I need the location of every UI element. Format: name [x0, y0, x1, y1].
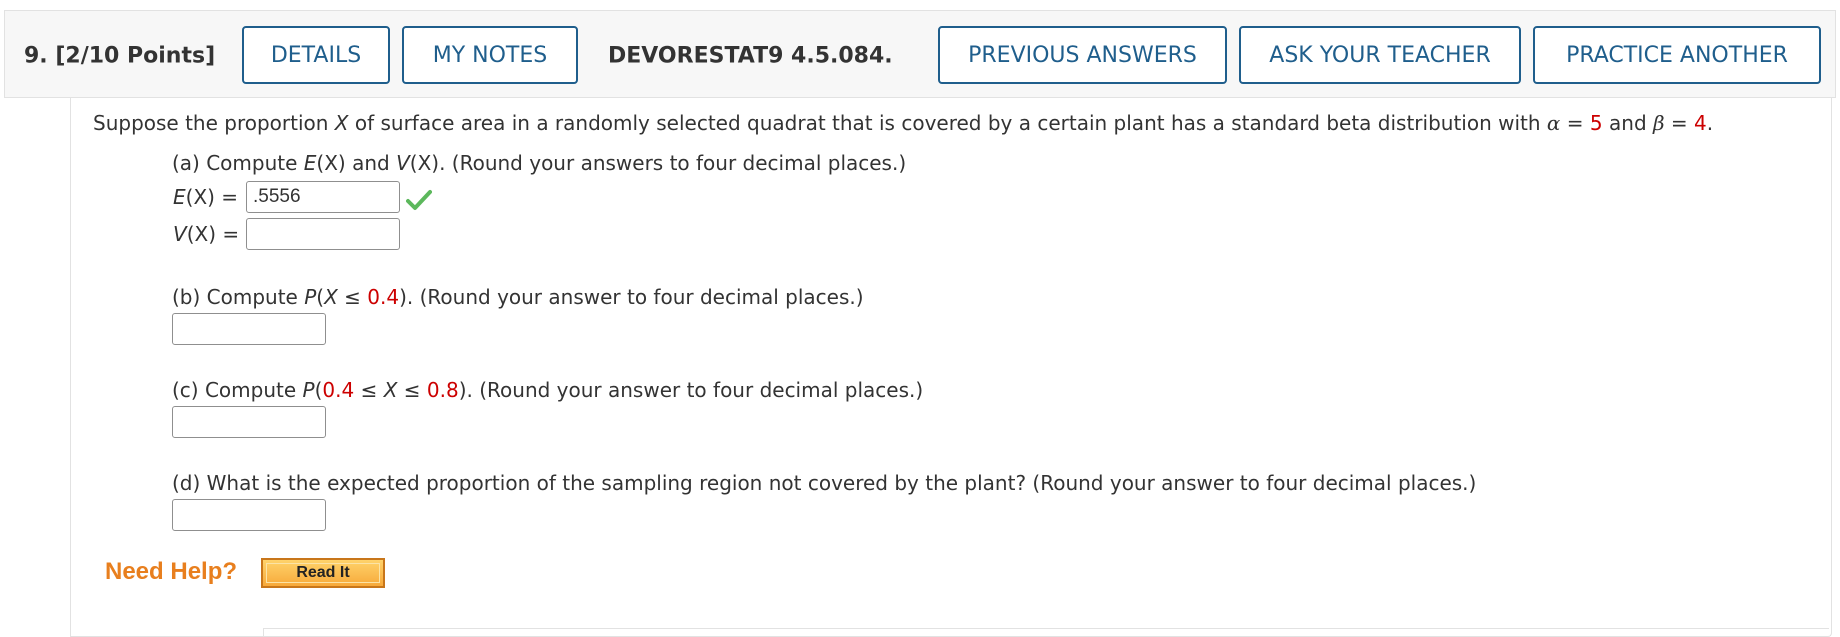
- part-d-prompt: (d) What is the expected proportion of t…: [172, 471, 1477, 495]
- read-it-button[interactable]: Read It: [261, 558, 385, 588]
- part-d-answer-input[interactable]: [172, 499, 326, 531]
- part-b-answer-input[interactable]: [172, 313, 326, 345]
- ex-label: E(X) =: [173, 185, 239, 209]
- question-intro: Suppose the proportion X of surface area…: [93, 111, 1714, 135]
- details-button[interactable]: DETAILS: [242, 26, 390, 84]
- alpha-symbol: α: [1546, 111, 1561, 135]
- vx-answer-input[interactable]: [246, 218, 400, 250]
- beta-symbol: β: [1653, 111, 1665, 135]
- question-points: [2/10 Points]: [55, 43, 216, 69]
- part-c-prompt: (c) Compute P(0.4 ≤ X ≤ 0.8). (Round you…: [172, 378, 924, 402]
- beta-value: 4: [1694, 111, 1707, 135]
- question-number: 9.: [24, 43, 48, 69]
- read-it-label: Read It: [296, 564, 350, 581]
- correct-check-icon: [406, 190, 432, 210]
- ask-your-teacher-button[interactable]: ASK YOUR TEACHER: [1239, 26, 1521, 84]
- previous-answers-button[interactable]: PREVIOUS ANSWERS: [938, 26, 1227, 84]
- need-help-label: Need Help?: [105, 558, 238, 585]
- question-reference: DEVORESTAT9 4.5.084.: [608, 43, 893, 69]
- next-section-edge: [263, 628, 1829, 637]
- alpha-value: 5: [1589, 111, 1603, 135]
- practice-another-button[interactable]: PRACTICE ANOTHER: [1533, 26, 1821, 84]
- my-notes-button[interactable]: MY NOTES: [402, 26, 578, 84]
- part-a-prompt: (a) Compute E(X) and V(X). (Round your a…: [172, 151, 907, 175]
- part-c-answer-input[interactable]: [172, 406, 326, 438]
- question-number-points: 9. [2/10 Points]: [24, 44, 215, 69]
- ex-answer-input[interactable]: [246, 181, 400, 213]
- question-content-panel: [70, 98, 1832, 637]
- vx-label: V(X) =: [173, 222, 240, 246]
- part-b-prompt: (b) Compute P(X ≤ 0.4). (Round your answ…: [172, 285, 864, 309]
